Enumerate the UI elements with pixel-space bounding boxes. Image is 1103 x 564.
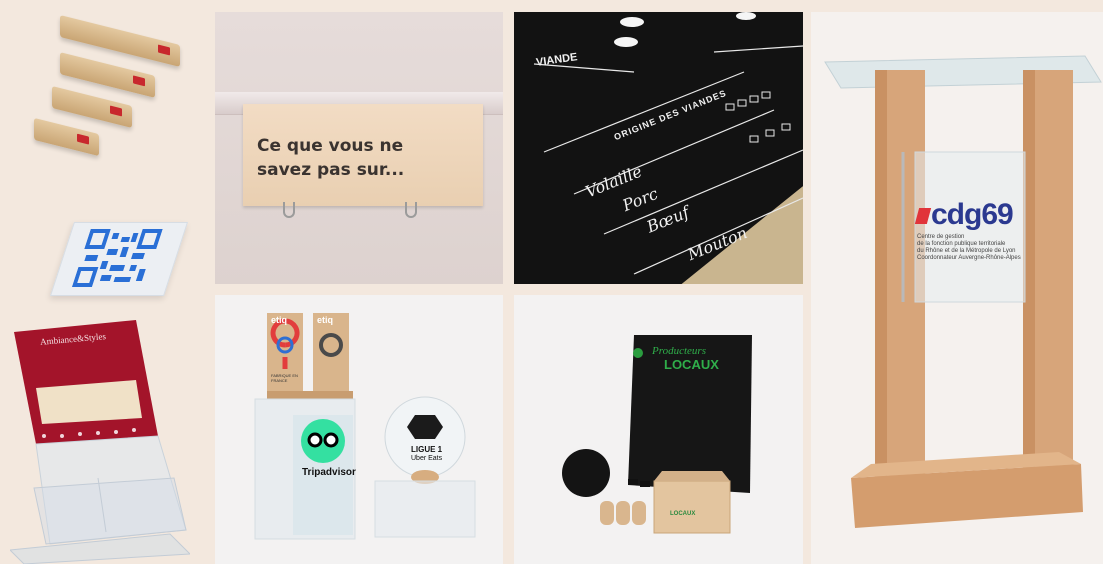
etiq-label-2: etiq bbox=[317, 315, 334, 325]
wood-block-4 bbox=[34, 117, 99, 157]
sign-line-2: savez pas sur... bbox=[257, 160, 405, 180]
fabrique-label: FABRIQUE EN FRANCE bbox=[271, 373, 298, 383]
qr-code-icon bbox=[71, 229, 163, 287]
photo-wooden-sign[interactable]: Ce que vous ne savez pas sur... bbox=[215, 12, 503, 284]
sign-line-1: Ce que vous ne bbox=[257, 136, 404, 156]
etiq-label: etiq bbox=[271, 315, 288, 325]
producteurs-line1: Producteurs bbox=[652, 345, 706, 357]
awards-drawing bbox=[254, 313, 476, 540]
hook-left bbox=[283, 202, 295, 218]
producteurs-drawing bbox=[562, 335, 752, 534]
photo-black-menu-board[interactable]: VIANDE ORIGINE DES VIANDES Volaille Porc… bbox=[514, 12, 803, 284]
tripadvisor-label: Tripadvisor bbox=[302, 467, 356, 478]
photo-wood-holders-and-leaflet-stand[interactable]: Ambiance&Styles bbox=[0, 0, 205, 564]
ligue1-label: LIGUE 1 bbox=[411, 445, 443, 454]
photo-award-plaques[interactable]: etiq etiq FABRIQUE EN FRANCE Tripadvisor… bbox=[215, 295, 503, 564]
sign-text: Ce que vous ne savez pas sur... bbox=[257, 134, 404, 182]
wood-block-3 bbox=[52, 86, 132, 128]
lectern-logo-panel: cdg69 Centre de gestion de la fonction p… bbox=[914, 198, 1027, 262]
acrylic-qr-block bbox=[49, 222, 189, 296]
lectern-drawing bbox=[824, 55, 1102, 528]
photo-lectern[interactable]: cdg69 Centre de gestion de la fonction p… bbox=[811, 12, 1103, 564]
logo-flag-icon bbox=[914, 208, 932, 224]
photo-producteurs-locaux[interactable]: Producteurs LOCAUX LOCAUX bbox=[514, 295, 803, 564]
wooden-sign-board: Ce que vous ne savez pas sur... bbox=[243, 104, 483, 206]
hook-right bbox=[405, 202, 417, 218]
crate-label: LOCAUX bbox=[670, 511, 696, 517]
producteurs-line2: LOCAUX bbox=[664, 357, 719, 372]
lectern-lines: Centre de gestion de la fonction publiqu… bbox=[917, 234, 1021, 261]
ubereats-label: Uber Eats bbox=[411, 455, 443, 462]
cdg69-logo: cdg69 bbox=[914, 198, 1027, 232]
leaflet-holder bbox=[10, 320, 190, 564]
